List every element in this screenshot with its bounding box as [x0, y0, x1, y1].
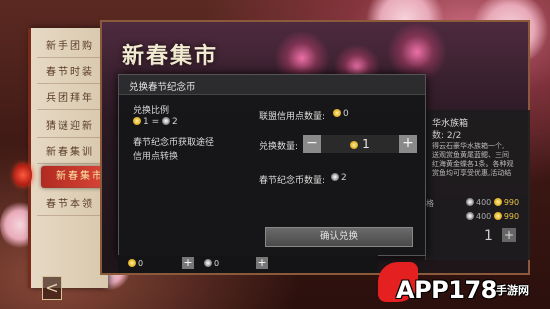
add-silver-button[interactable]: + — [256, 257, 268, 269]
coin-count-value: 2 — [331, 173, 347, 183]
dialog-title: 兑换春节纪念币 — [129, 82, 196, 93]
menu-item-riddles[interactable]: 猜谜迎新 — [37, 116, 103, 138]
item-desc-line: 得云石豪华水族箱一个, — [432, 142, 505, 150]
menu-item-spring-skill[interactable]: 春节本领 — [37, 194, 103, 216]
source-value: 信用点转换 — [133, 152, 179, 162]
item-progress: 数: 2/2 — [432, 131, 462, 141]
credit-label: 联盟信用点数量: — [259, 112, 326, 122]
exchange-quantity-input[interactable]: 1 — [321, 135, 399, 153]
silver-currency: 0 — [204, 257, 219, 271]
item-detail-panel: 华水族箱 数: 2/2 得云石豪华水族箱一个, 送观赏鱼黄尾蓝鳃、三间 红海黄金… — [425, 110, 530, 260]
silver-coin-icon — [204, 259, 212, 267]
gold-coin-icon — [350, 141, 359, 149]
increase-button[interactable]: + — [399, 135, 417, 153]
exchange-quantity-stepper: − 1 + — [303, 135, 417, 153]
dialog-header: 兑换春节纪念币 — [119, 75, 425, 95]
gold-coin-icon — [133, 117, 141, 125]
watermark-sub: 手游网 — [496, 284, 529, 297]
item-desc-line: 赏鱼均可享受优惠,活动结 — [432, 169, 512, 177]
gold-coin-icon — [493, 212, 502, 220]
event-title: 新春集市 — [122, 43, 219, 69]
coin-count-label: 春节纪念币数量: — [259, 176, 326, 186]
item-desc-line: 红海黄金蝶各1条。各种观 — [432, 160, 514, 168]
item-plus-button[interactable]: + — [502, 228, 516, 242]
exchange-dialog: 兑换春节纪念币 兑换比例 1 = 2 春节纪念币获取途径 信用点转换 联盟信用点… — [118, 74, 426, 256]
silver-coin-icon — [466, 212, 474, 220]
credit-icon — [333, 109, 341, 117]
silver-coin-icon — [331, 173, 339, 181]
menu-item-newbie-group[interactable]: 新手团购 — [37, 36, 103, 58]
decrease-button[interactable]: − — [303, 135, 321, 153]
item-desc-line: 送观赏鱼黄尾蓝鳃、三间 — [432, 151, 509, 159]
menu-item-legion-greeting[interactable]: 兵团拜年 — [37, 88, 103, 110]
ratio-value: 1 = 2 — [133, 117, 178, 127]
silver-coin-icon — [466, 198, 474, 206]
firework-decoration — [382, 22, 452, 82]
source-label: 春节纪念币获取途径 — [133, 138, 215, 148]
menu-item-spring-fashion[interactable]: 春节时装 — [37, 62, 103, 84]
event-menu: 新手团购 春节时装 兵团拜年 猜谜迎新 新春集训 新春集市 春节本领 — [28, 28, 119, 288]
back-button[interactable]: < — [42, 276, 62, 300]
menu-item-spring-training[interactable]: 新春集训 — [37, 142, 103, 164]
item-quantity: 1 — [484, 228, 493, 244]
price-row: 400 990 — [466, 198, 519, 207]
gold-currency: 0 — [128, 257, 143, 271]
credit-value: 0 — [333, 109, 349, 119]
lantern-icon — [14, 164, 32, 186]
exchange-quantity-label: 兑换数量: — [259, 142, 299, 152]
gold-coin-icon — [128, 259, 136, 267]
add-gold-button[interactable]: + — [182, 257, 194, 269]
price-label: 格 — [426, 199, 434, 208]
silver-coin-icon — [162, 117, 171, 125]
currency-bar: 0 + 0 + — [118, 255, 378, 273]
confirm-exchange-button[interactable]: 确认兑换 — [265, 227, 413, 247]
gold-coin-icon — [493, 198, 502, 206]
price-row: 400 990 — [466, 212, 519, 221]
watermark-text: APP178 — [396, 276, 497, 304]
ratio-label: 兑换比例 — [133, 106, 170, 116]
watermark-logo: APP178 手游网 — [378, 262, 548, 306]
